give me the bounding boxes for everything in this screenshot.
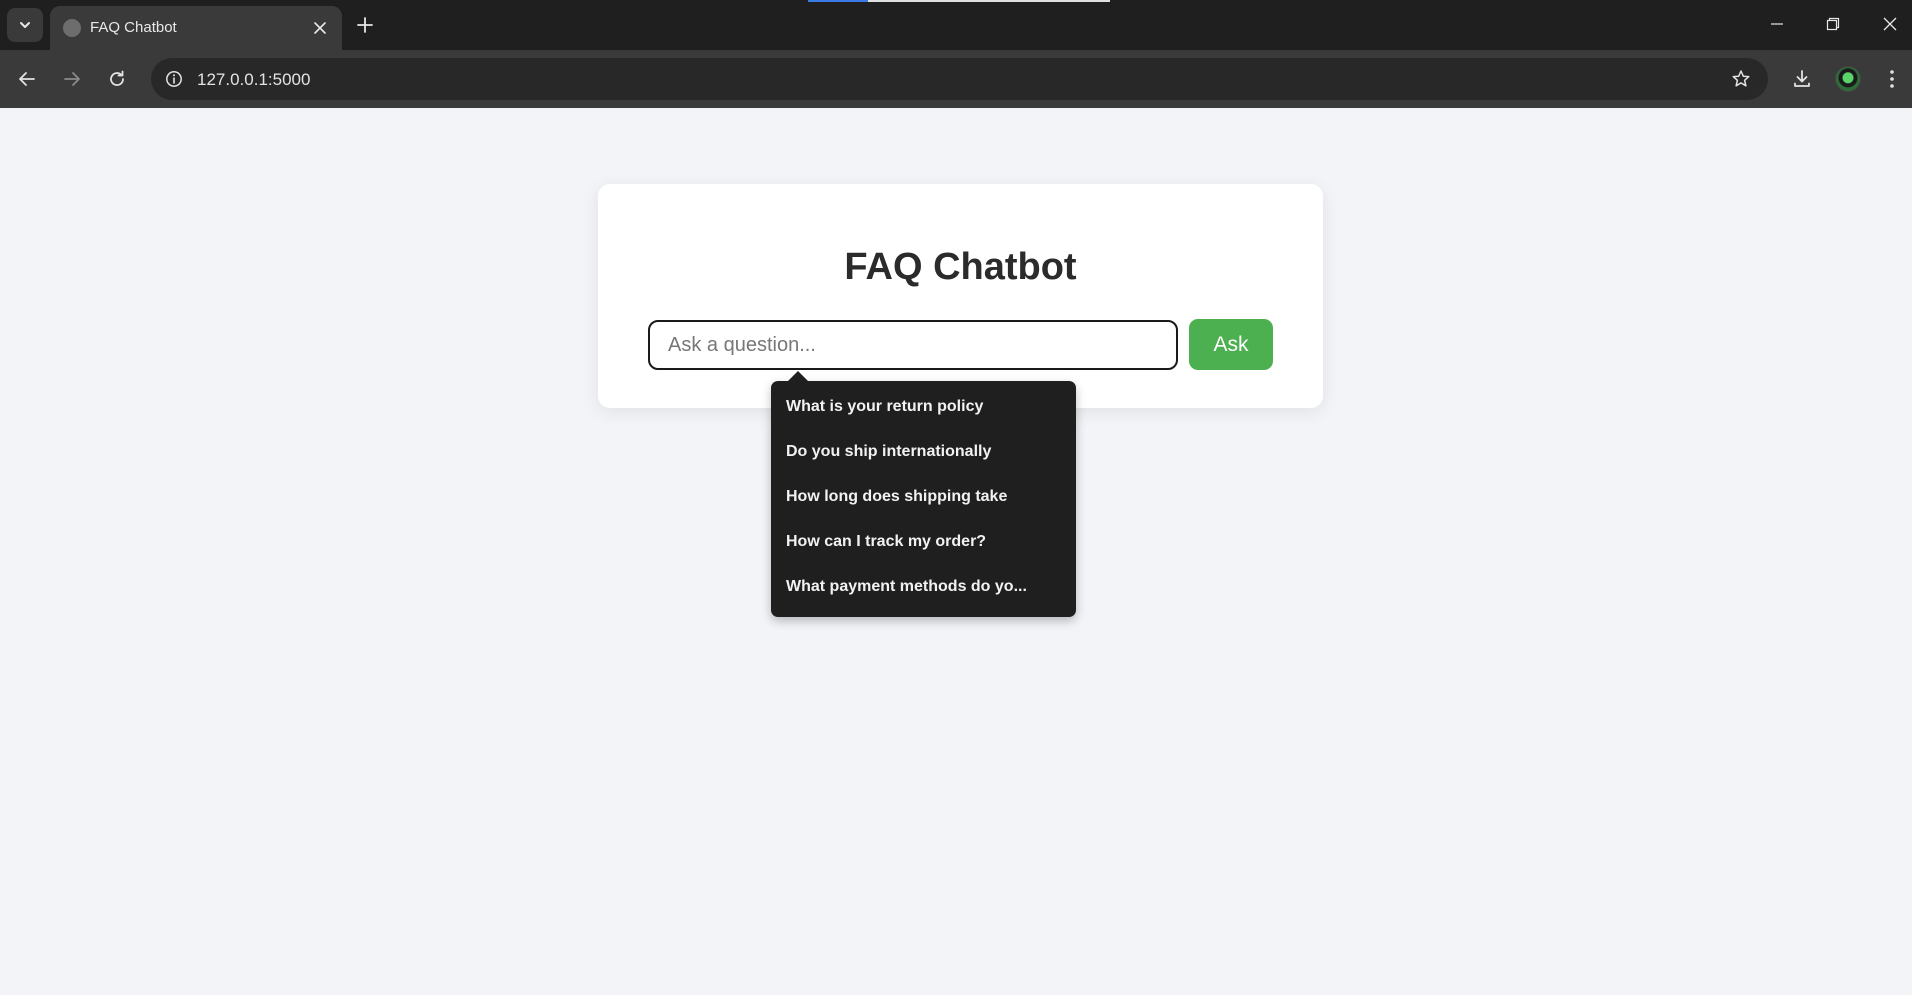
page-title: FAQ Chatbot (844, 246, 1077, 288)
page-loading-bar-fill (808, 0, 869, 2)
suggestion-item[interactable]: How can I track my order? (771, 528, 1076, 573)
globe-icon (63, 19, 81, 37)
chatbot-card: FAQ Chatbot Ask (598, 184, 1323, 408)
suggestion-item[interactable]: What is your return policy (771, 393, 1076, 438)
close-window-button[interactable] (1870, 8, 1910, 40)
browser-menu-button[interactable] (1876, 63, 1908, 95)
site-info-icon[interactable] (159, 64, 189, 94)
ask-button[interactable]: Ask (1189, 319, 1273, 370)
back-button[interactable] (11, 63, 43, 95)
close-icon (314, 22, 326, 34)
suggestion-item[interactable]: How long does shipping take (771, 483, 1076, 528)
suggestion-item[interactable]: Do you ship internationally (771, 438, 1076, 483)
new-tab-button[interactable] (350, 10, 380, 40)
url-text: 127.0.0.1:5000 (197, 70, 311, 89)
dropdown-pointer (788, 371, 808, 381)
forward-button[interactable] (56, 63, 88, 95)
page-loading-bar (808, 0, 1110, 2)
tab-search-button[interactable] (7, 8, 43, 42)
profile-button[interactable] (1832, 63, 1864, 95)
browser-tab-active[interactable]: FAQ Chatbot (50, 6, 342, 50)
downloads-button[interactable] (1786, 63, 1818, 95)
page-viewport: FAQ Chatbot Ask What is your return poli… (0, 108, 1912, 995)
restore-button[interactable] (1813, 8, 1853, 40)
browser-toolbar: 127.0.0.1:5000 (0, 50, 1912, 108)
star-icon (1732, 70, 1750, 87)
arrow-right-icon (64, 72, 80, 86)
minimize-button[interactable] (1757, 8, 1797, 40)
minimize-icon (1771, 23, 1783, 25)
avatar (1835, 66, 1861, 92)
reload-icon (110, 70, 124, 86)
more-vertical-icon (1890, 70, 1894, 88)
tab-title: FAQ Chatbot (90, 19, 177, 36)
chevron-down-icon (20, 22, 30, 28)
close-icon (1883, 17, 1897, 31)
question-input[interactable] (648, 320, 1178, 370)
plus-icon (357, 17, 373, 33)
suggestion-item[interactable]: What payment methods do yo... (771, 573, 1076, 618)
restore-icon (1826, 17, 1840, 31)
bookmark-button[interactable] (1725, 64, 1757, 94)
info-icon (166, 71, 182, 87)
reload-button[interactable] (101, 63, 133, 95)
arrow-left-icon (19, 72, 35, 86)
address-bar[interactable]: 127.0.0.1:5000 (151, 58, 1768, 100)
download-icon (1794, 70, 1810, 87)
tab-close-button[interactable] (308, 16, 332, 40)
autocomplete-dropdown: What is your return policy Do you ship i… (771, 371, 1076, 618)
browser-titlebar: FAQ Chatbot (0, 0, 1912, 50)
